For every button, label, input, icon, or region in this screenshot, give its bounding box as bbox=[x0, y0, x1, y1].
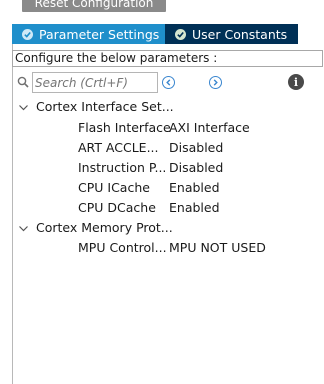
tree-param-row[interactable]: CPU DCache Enabled bbox=[0, 198, 324, 218]
check-circle-icon bbox=[175, 28, 186, 40]
param-name: MPU Control... bbox=[78, 240, 167, 255]
param-value: Disabled bbox=[169, 140, 224, 155]
param-value: AXI Interface bbox=[169, 120, 250, 135]
tree-param-row[interactable]: Flash Interface AXI Interface bbox=[0, 118, 324, 138]
tab-user-constants[interactable]: User Constants bbox=[165, 24, 298, 44]
param-name: Flash Interface bbox=[78, 120, 171, 135]
chevron-down-icon[interactable] bbox=[18, 223, 29, 234]
param-name: ART ACCLE... bbox=[78, 140, 159, 155]
info-icon[interactable]: i bbox=[288, 74, 304, 90]
param-name: CPU ICache bbox=[78, 180, 150, 195]
tab-label: Parameter Settings bbox=[39, 26, 160, 42]
param-name: CPU DCache bbox=[78, 200, 156, 215]
prev-arrow-icon[interactable] bbox=[162, 76, 175, 89]
tab-bar: Parameter Settings User Constants bbox=[12, 24, 298, 44]
tree-group-cortex-interface[interactable]: Cortex Interface Set... bbox=[0, 97, 324, 117]
tab-label: User Constants bbox=[192, 26, 288, 42]
next-arrow-icon[interactable] bbox=[209, 76, 222, 89]
param-value: Enabled bbox=[169, 180, 220, 195]
param-value: Enabled bbox=[169, 200, 220, 215]
reset-configuration-button[interactable]: Reset Configuration bbox=[22, 0, 166, 12]
tab-parameter-settings[interactable]: Parameter Settings bbox=[12, 24, 165, 44]
tree-group-label: Cortex Memory Prot... bbox=[36, 220, 173, 235]
check-circle-icon bbox=[22, 28, 33, 40]
param-value: MPU NOT USED bbox=[169, 240, 266, 255]
tree-param-row[interactable]: ART ACCLE... Disabled bbox=[0, 138, 324, 158]
tree-param-row[interactable]: MPU Control... MPU NOT USED bbox=[0, 238, 324, 258]
param-name: Instruction P... bbox=[78, 160, 167, 175]
tree-group-cortex-memory[interactable]: Cortex Memory Prot... bbox=[0, 218, 324, 238]
search-icon bbox=[17, 76, 29, 88]
tree-param-row[interactable]: CPU ICache Enabled bbox=[0, 178, 324, 198]
configure-label: Configure the below parameters : bbox=[12, 50, 323, 67]
tree-group-label: Cortex Interface Set... bbox=[36, 99, 174, 114]
chevron-down-icon[interactable] bbox=[18, 102, 29, 113]
param-value: Disabled bbox=[169, 160, 224, 175]
tree-param-row[interactable]: Instruction P... Disabled bbox=[0, 158, 324, 178]
search-input[interactable] bbox=[32, 72, 158, 93]
